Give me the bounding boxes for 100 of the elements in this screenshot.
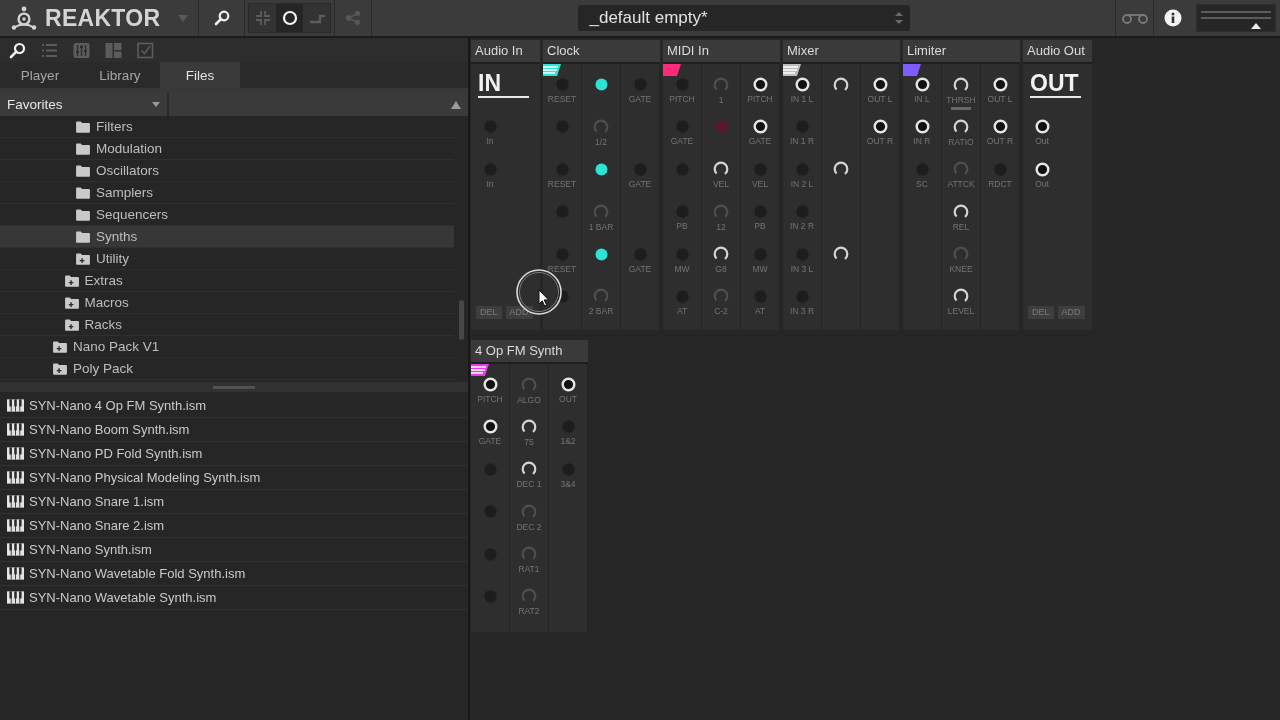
splitter-handle[interactable] xyxy=(213,385,255,389)
piano-keys-icon xyxy=(7,495,24,508)
port-label: PITCH xyxy=(477,394,503,404)
port-label: IN 1 R xyxy=(789,136,815,147)
module-title: Limiter xyxy=(903,40,1020,64)
tree-item[interactable]: Utility xyxy=(0,248,454,270)
knob-label: 75 xyxy=(524,436,534,447)
tree-item[interactable]: Poly Pack xyxy=(0,358,454,380)
search-icon xyxy=(213,10,230,26)
module-title: Audio In xyxy=(471,40,540,64)
port-label: PITCH xyxy=(747,94,773,104)
knob-label: LEVEL xyxy=(947,306,975,317)
tree-item[interactable]: Nano Pack V1 xyxy=(0,336,454,358)
port-label: IN R xyxy=(913,136,931,147)
tree-item[interactable]: Modulation xyxy=(0,138,454,160)
module-title: Clock xyxy=(543,40,660,64)
io-label: IN xyxy=(478,70,529,98)
port-label: 1&2 xyxy=(560,436,576,447)
file-item[interactable]: SYN-Nano 4 Op FM Synth.ism xyxy=(0,394,468,418)
port-label: IN 3 R xyxy=(789,305,815,316)
file-item[interactable]: SYN-Nano PD Fold Synth.ism xyxy=(0,442,468,466)
file-item[interactable]: SYN-Nano Wavetable Fold Synth.ism xyxy=(0,562,468,586)
port-label: RESET xyxy=(547,263,577,274)
tree-item[interactable]: Filters xyxy=(0,116,454,138)
port-label: RESET xyxy=(547,178,577,189)
knob-label: RATIO xyxy=(948,136,974,147)
folder-plus-icon xyxy=(64,274,79,287)
info-icon[interactable] xyxy=(1163,9,1182,27)
file-item[interactable]: SYN-Nano Boom Synth.ism xyxy=(0,418,468,442)
logo-icon xyxy=(11,6,37,30)
port-label: OUT xyxy=(559,394,577,404)
knob-label: DEC 1 xyxy=(516,479,542,490)
port-label: Out xyxy=(1035,178,1049,189)
folder-icon xyxy=(76,230,90,243)
file-item[interactable]: SYN-Nano Snare 2.ism xyxy=(0,514,468,538)
browser-tab[interactable]: Player xyxy=(0,62,80,88)
knob-label: ATTCK xyxy=(947,179,975,190)
share-icon xyxy=(345,10,361,26)
browser-tab[interactable]: Files xyxy=(160,62,240,88)
port-label: GATE xyxy=(628,178,652,189)
list-icon[interactable] xyxy=(41,41,58,59)
piano-keys-icon xyxy=(7,447,24,460)
folder-icon xyxy=(76,186,90,199)
port-label: OUT L xyxy=(867,94,893,104)
app-name: REAKTOR xyxy=(45,4,161,32)
folder-plus-icon xyxy=(53,340,67,353)
port-label: GATE xyxy=(748,136,772,147)
port-label: 3&4 xyxy=(560,478,576,489)
port-label: OUT R xyxy=(986,136,1014,147)
port-label: MW xyxy=(752,263,768,274)
folder-icon xyxy=(76,164,90,177)
checkbox-icon[interactable] xyxy=(137,41,154,59)
tree-item[interactable]: Extras xyxy=(0,270,454,292)
browser-tab[interactable]: Library xyxy=(80,62,160,88)
knob-label: 1 BAR xyxy=(588,221,614,232)
knob-label: REL xyxy=(952,221,970,232)
tree-item[interactable]: Oscillators xyxy=(0,160,454,182)
volume-thumb-icon[interactable] xyxy=(1250,23,1261,29)
search-icon[interactable] xyxy=(9,41,26,59)
tree-item[interactable]: Macros xyxy=(0,292,454,314)
volume-slider[interactable] xyxy=(1196,4,1276,32)
folder-plus-icon xyxy=(64,296,79,309)
tree-item[interactable]: Samplers xyxy=(0,182,454,204)
io-label: OUT xyxy=(1030,70,1081,98)
port-label: GATE xyxy=(628,94,652,104)
knob-label: 1 xyxy=(718,94,724,105)
caret-icon xyxy=(152,102,160,107)
module-title: 4 Op FM Synth xyxy=(471,340,588,364)
tape-reels-icon[interactable] xyxy=(1120,11,1149,25)
caret-icon[interactable] xyxy=(178,14,188,22)
snapshot-dropdown[interactable]: _default empty* xyxy=(577,5,910,31)
port-label: PB xyxy=(676,221,688,232)
knob-label: 1/2 xyxy=(595,136,607,147)
knob-label: RAT1 xyxy=(518,564,540,575)
tree-item[interactable]: Racks xyxy=(0,314,454,336)
file-item[interactable]: SYN-Nano Physical Modeling Synth.ism xyxy=(0,466,468,490)
port-label: AT xyxy=(754,305,766,316)
view-button[interactable] xyxy=(276,4,303,32)
sliders-icon[interactable] xyxy=(73,41,90,59)
port-label: VEL xyxy=(751,178,769,189)
scrollbar[interactable] xyxy=(459,300,464,340)
port-label: RDCT xyxy=(988,178,1012,189)
file-item[interactable]: SYN-Nano Snare 1.ism xyxy=(0,490,468,514)
port-label: RESET xyxy=(547,94,577,104)
folder-plus-icon xyxy=(64,318,79,331)
knob-label: KNEE xyxy=(949,264,973,275)
port-label: GATE xyxy=(628,263,652,274)
piano-keys-icon xyxy=(7,399,24,412)
knob-label: 12 xyxy=(716,221,726,232)
file-item[interactable]: SYN-Nano Wavetable Synth.ism xyxy=(0,586,468,610)
up-triangle-icon[interactable] xyxy=(451,100,461,109)
piano-keys-icon xyxy=(7,543,24,556)
folder-icon xyxy=(76,120,90,133)
port-label: PB xyxy=(754,221,766,232)
tree-item[interactable]: Synths xyxy=(0,226,454,248)
layout-icon[interactable] xyxy=(105,41,122,59)
file-item[interactable]: SYN-Nano Synth.ism xyxy=(0,538,468,562)
port-label: OUT R xyxy=(866,136,894,147)
folder-icon xyxy=(76,142,90,155)
port-label: AT xyxy=(676,305,688,316)
